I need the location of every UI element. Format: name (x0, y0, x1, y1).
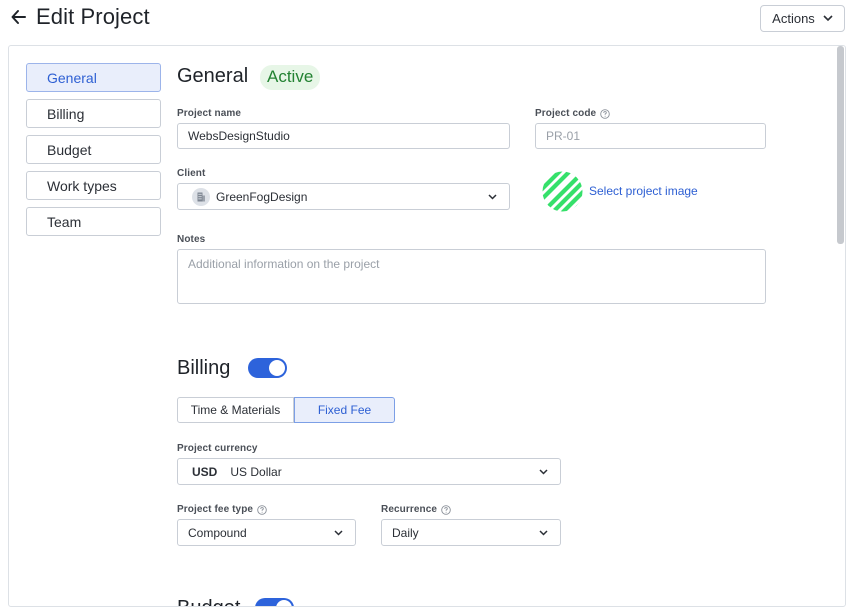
sidebar-item-label: General (47, 69, 97, 86)
sidebar-item-team[interactable]: Team (26, 207, 161, 236)
billing-mode-label: Time & Materials (190, 403, 281, 417)
fee-type-label-text: Project fee type (177, 504, 254, 515)
select-project-image-link[interactable]: Select project image (589, 184, 698, 198)
chevron-down-icon (488, 193, 497, 200)
client-label: Client (177, 168, 205, 179)
top-bar: Edit Project Actions (0, 0, 850, 40)
project-code-placeholder: PR-01 (546, 129, 581, 143)
help-icon[interactable] (257, 504, 267, 515)
project-code-label-text: Project code (535, 108, 597, 119)
page-title: Edit Project (36, 4, 150, 29)
currency-name: US Dollar (230, 464, 282, 479)
chevron-down-icon (539, 529, 548, 536)
building-icon (192, 187, 210, 206)
toggle-knob (276, 600, 292, 606)
actions-button[interactable]: Actions (760, 5, 845, 32)
sidebar-item-label: Budget (47, 141, 92, 158)
currency-select[interactable]: USD US Dollar (177, 458, 561, 485)
fee-type-label: Project fee type (177, 504, 267, 515)
recurrence-label: Recurrence (381, 504, 451, 515)
sidebar-item-label: Team (47, 213, 82, 230)
billing-mode-fixed-fee[interactable]: Fixed Fee (294, 397, 395, 423)
recurrence-label-text: Recurrence (381, 504, 438, 515)
recurrence-value: Daily (392, 525, 419, 540)
sidebar-item-label: Billing (47, 105, 85, 122)
client-label-text: Client (177, 168, 206, 179)
edit-project-panel: General Billing Budget Work types Team G… (8, 45, 846, 607)
help-icon[interactable] (441, 504, 451, 515)
currency-label-text: Project currency (177, 443, 258, 454)
general-section-title: General (177, 65, 249, 87)
status-badge: Active (260, 65, 321, 90)
toggle-knob (269, 360, 285, 376)
chevron-down-icon (334, 529, 343, 536)
sidebar-item-work-types[interactable]: Work types (26, 171, 161, 200)
client-value: GreenFogDesign (216, 189, 308, 204)
notes-textarea[interactable]: Additional information on the project (177, 249, 766, 304)
chevron-down-icon (539, 468, 548, 475)
billing-toggle[interactable] (248, 358, 287, 378)
project-code-input[interactable]: PR-01 (535, 123, 766, 149)
notes-placeholder: Additional information on the project (188, 257, 380, 271)
chevron-down-icon (823, 15, 833, 22)
fee-type-select[interactable]: Compound (177, 519, 356, 546)
project-code-label: Project code (535, 108, 610, 119)
help-icon[interactable] (600, 108, 610, 119)
billing-section-title: Billing (177, 357, 231, 379)
scrollbar-thumb[interactable] (837, 46, 844, 244)
fee-type-value: Compound (188, 525, 247, 540)
back-arrow-icon[interactable] (10, 6, 28, 28)
budget-section-title: Budget (177, 597, 240, 606)
project-name-label: Project name (177, 108, 241, 119)
project-image-placeholder-icon[interactable] (542, 171, 583, 212)
sidebar-item-budget[interactable]: Budget (26, 135, 161, 164)
currency-label: Project currency (177, 443, 258, 454)
recurrence-select[interactable]: Daily (381, 519, 561, 546)
budget-toggle[interactable] (255, 598, 294, 606)
currency-code: USD (192, 464, 218, 479)
notes-label: Notes (177, 234, 205, 245)
notes-label-text: Notes (177, 234, 206, 245)
project-name-label-text: Project name (177, 108, 242, 119)
project-name-input[interactable]: WebsDesignStudio (177, 123, 510, 149)
sidebar-item-billing[interactable]: Billing (26, 99, 161, 128)
sidebar-item-label: Work types (47, 177, 117, 194)
billing-mode-label: Fixed Fee (317, 403, 372, 417)
client-select[interactable]: GreenFogDesign (177, 183, 510, 210)
sidebar-item-general[interactable]: General (26, 63, 161, 92)
actions-button-label: Actions (772, 11, 815, 26)
billing-mode-time-materials[interactable]: Time & Materials (177, 397, 294, 423)
project-name-value: WebsDesignStudio (188, 129, 290, 143)
